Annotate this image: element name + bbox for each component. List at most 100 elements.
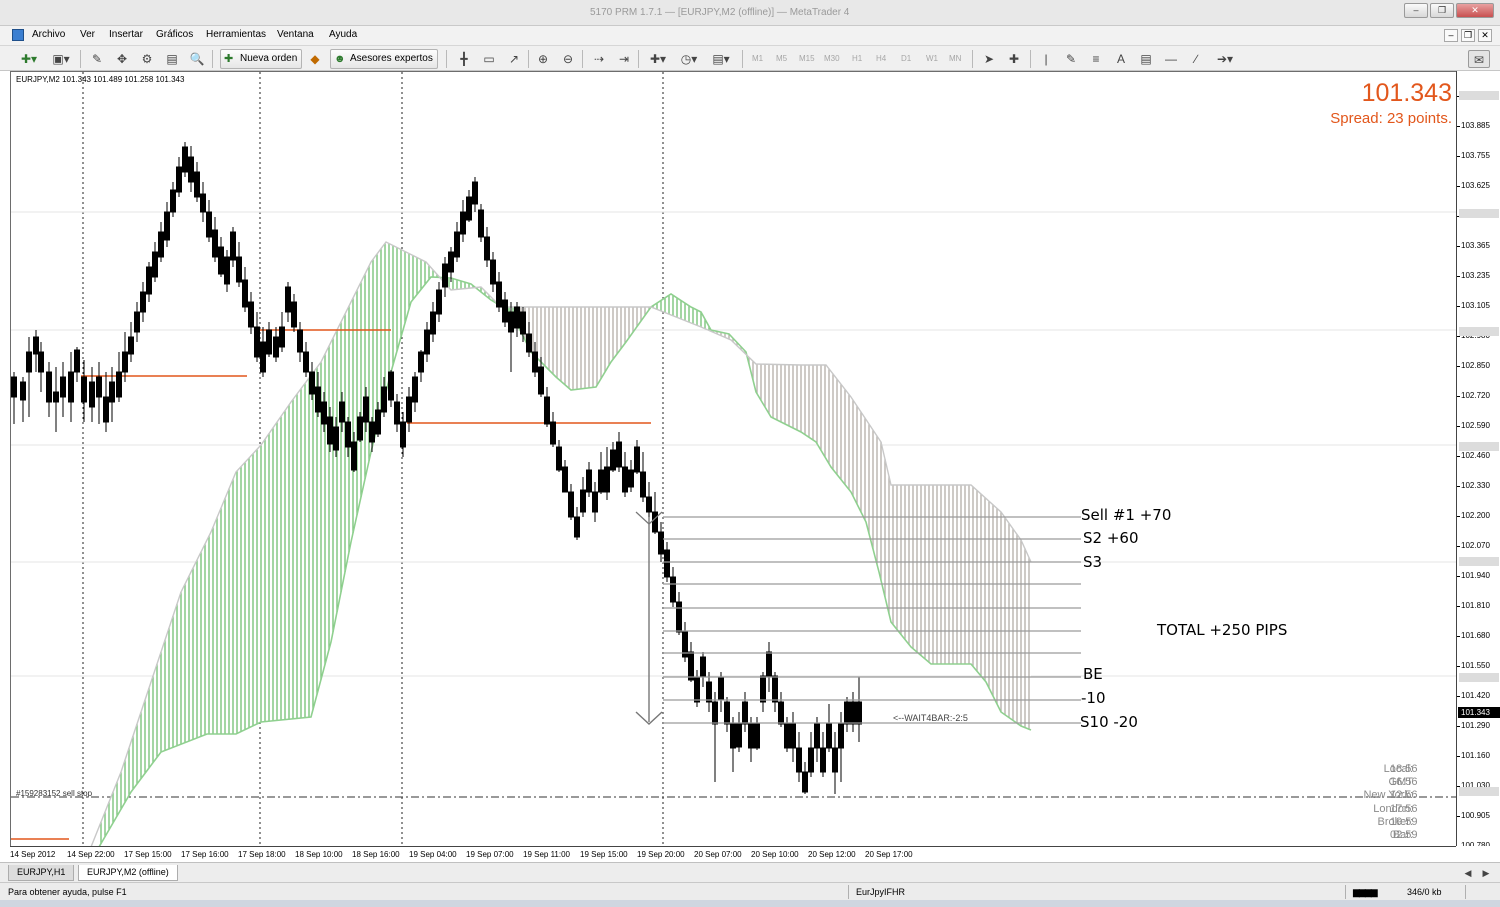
price-axis[interactable]: 104.015103.885103.755103.625103.495103.3… xyxy=(1456,71,1500,846)
horizontal-line-icon[interactable]: — xyxy=(1162,50,1180,68)
candle-body-114 xyxy=(712,701,718,725)
tab-scroll-right-icon[interactable]: ▶ xyxy=(1480,864,1492,882)
candle-body-20 xyxy=(146,266,152,295)
tab-eurjpy-m2-offline[interactable]: EURJPY,M2 (offline) xyxy=(78,865,178,881)
tf-h4[interactable]: H4 xyxy=(876,54,886,63)
minimize-button[interactable]: – xyxy=(1404,3,1428,18)
clock-label-gmt: GMT xyxy=(1388,776,1413,789)
restore-button[interactable]: ❐ xyxy=(1430,3,1454,18)
candle-body-12 xyxy=(96,376,102,398)
new-order-button[interactable]: ✚ Nueva orden xyxy=(220,49,303,69)
price-tick-label: 101.550 xyxy=(1461,661,1490,670)
tf-m30[interactable]: M30 xyxy=(824,54,840,63)
price-tick-label: 102.720 xyxy=(1461,391,1490,400)
candle-body-81 xyxy=(514,306,520,329)
close-button[interactable]: ✕ xyxy=(1456,3,1494,18)
periods-icon[interactable]: ◷▾ xyxy=(676,50,702,68)
menu-graficos[interactable]: Gráficos xyxy=(156,29,193,40)
terminal-icon[interactable]: ▤ xyxy=(163,50,181,68)
price-tickmark xyxy=(1457,696,1460,697)
tf-mn[interactable]: MN xyxy=(949,54,961,63)
vertical-line-icon[interactable]: | xyxy=(1037,50,1055,68)
metaeditor-icon[interactable]: ◆ xyxy=(306,50,324,68)
bar-chart-icon[interactable]: ╋ xyxy=(455,50,473,68)
price-tick-label: 102.330 xyxy=(1461,481,1490,490)
candle-body-104 xyxy=(652,511,658,533)
candle-body-47 xyxy=(309,371,315,395)
level-anchor-3 xyxy=(1076,293,1078,295)
candle-body-44 xyxy=(291,301,297,328)
candle-body-49 xyxy=(321,401,327,425)
trendline-tool-icon[interactable]: ✎ xyxy=(1062,50,1080,68)
price-tick-label: 101.680 xyxy=(1461,631,1490,640)
mdi-close-button[interactable]: ✕ xyxy=(1478,29,1492,42)
tf-h1[interactable]: H1 xyxy=(852,54,862,63)
candle-body-29 xyxy=(200,193,206,213)
candle-body-110 xyxy=(688,651,694,681)
candle-body-93 xyxy=(586,469,592,493)
time-axis[interactable]: 14 Sep 2012 14 Sep 22:00 17 Sep 15:00 17 Se… xyxy=(10,846,1456,862)
text-tool-icon[interactable]: A xyxy=(1112,50,1130,68)
chart-header: EURJPY,M2 101.343 101.489 101.258 101.34… xyxy=(16,75,185,84)
expert-advisors-label: Asesores expertos xyxy=(350,53,433,64)
menu-ayuda[interactable]: Ayuda xyxy=(329,29,357,40)
cursor-icon[interactable]: ➤ xyxy=(980,50,998,68)
menu-insertar[interactable]: Insertar xyxy=(109,29,143,40)
bid-price: 101.343 xyxy=(1361,79,1452,107)
menu-archivo[interactable]: Archivo xyxy=(32,29,65,40)
price-level-tag xyxy=(1459,209,1499,218)
data-window-icon[interactable]: ✥ xyxy=(113,50,131,68)
chart-shift-icon[interactable]: ⇢ xyxy=(590,50,608,68)
market-watch-icon[interactable]: ✎ xyxy=(88,50,106,68)
mdi-minimize-button[interactable]: – xyxy=(1444,29,1458,42)
candle-body-84 xyxy=(532,351,538,373)
menu-herramientas[interactable]: Herramientas xyxy=(206,29,266,40)
new-chart-icon[interactable]: ✚▾ xyxy=(16,50,42,68)
tf-m15[interactable]: M15 xyxy=(799,54,815,63)
strategy-tester-icon[interactable]: 🔍 xyxy=(188,50,206,68)
zoom-out-icon[interactable]: ⊖ xyxy=(559,50,577,68)
navigator-icon[interactable]: ⚙ xyxy=(138,50,156,68)
candle-body-43 xyxy=(285,286,291,313)
price-tickmark xyxy=(1457,516,1460,517)
price-tick-label: 101.160 xyxy=(1461,751,1490,760)
expert-advisors-button[interactable]: ☻ Asesores expertos xyxy=(330,49,438,69)
candle-body-78 xyxy=(496,281,502,308)
candle-body-31 xyxy=(212,229,218,258)
candle-body-125 xyxy=(778,701,784,725)
candle-body-129 xyxy=(802,771,808,793)
tf-m5[interactable]: M5 xyxy=(776,54,787,63)
chat-icon[interactable]: ✉ xyxy=(1468,50,1490,68)
time-tick-label: 20 Sep 10:00 xyxy=(751,850,799,859)
zoom-in-icon[interactable]: ⊕ xyxy=(534,50,552,68)
fibonacci-icon[interactable]: ≡ xyxy=(1087,50,1105,68)
crosshair-icon[interactable]: ✚ xyxy=(1005,50,1023,68)
tab-eurjpy-h1[interactable]: EURJPY,H1 xyxy=(8,865,75,881)
tf-w1[interactable]: W1 xyxy=(926,54,938,63)
line-chart-icon[interactable]: ↗ xyxy=(505,50,523,68)
candle-body-122 xyxy=(760,675,766,703)
time-tick-label: 19 Sep 04:00 xyxy=(409,850,457,859)
time-tick-label: 14 Sep 22:00 xyxy=(67,850,115,859)
time-tick-label: 19 Sep 07:00 xyxy=(466,850,514,859)
templates-icon[interactable]: ▤▾ xyxy=(708,50,734,68)
candlestick-icon[interactable]: ▭ xyxy=(480,50,498,68)
menu-ventana[interactable]: Ventana xyxy=(277,29,314,40)
indicators-icon[interactable]: ✚▾ xyxy=(645,50,671,68)
candle-body-74 xyxy=(472,181,478,205)
candle-body-111 xyxy=(694,676,700,703)
candle-body-87 xyxy=(550,421,556,445)
tf-d1[interactable]: D1 xyxy=(901,54,911,63)
autoscroll-icon[interactable]: ⇥ xyxy=(615,50,633,68)
time-tick-label: 20 Sep 07:00 xyxy=(694,850,742,859)
tab-scroll-left-icon[interactable]: ◀ xyxy=(1462,864,1474,882)
trend-line-icon[interactable]: ∕ xyxy=(1187,50,1205,68)
arrows-icon[interactable]: ➔▾ xyxy=(1212,50,1238,68)
tf-m1[interactable]: M1 xyxy=(752,54,763,63)
menu-ver[interactable]: Ver xyxy=(80,29,95,40)
profiles-icon[interactable]: ▣▾ xyxy=(48,50,74,68)
chart-area[interactable]: EURJPY,M2 101.343 101.489 101.258 101.34… xyxy=(10,71,1456,846)
clock-labels: Local: GMT New York: London: Broker: Bar… xyxy=(1233,763,1413,842)
text-label-icon[interactable]: ▤ xyxy=(1137,50,1155,68)
mdi-restore-button[interactable]: ❐ xyxy=(1461,29,1475,42)
